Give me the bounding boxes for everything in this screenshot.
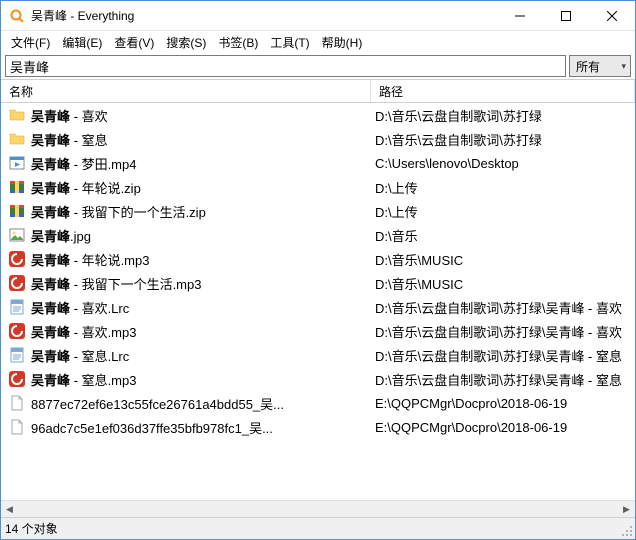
menu-item-1[interactable]: 编辑(E): [56, 32, 108, 53]
table-row[interactable]: 吴青峰.jpg D:\音乐: [1, 223, 635, 247]
scroll-left-icon[interactable]: ◀: [1, 501, 18, 518]
music-icon: [9, 323, 25, 339]
resize-grip[interactable]: [621, 525, 633, 537]
chevron-down-icon: ▾: [621, 61, 626, 72]
folder-icon: [9, 107, 25, 123]
menu-item-0[interactable]: 文件(F): [5, 32, 56, 53]
table-row[interactable]: 吴青峰 - 窒息.Lrc D:\音乐\云盘自制歌词\苏打绿\吴青峰 - 窒息: [1, 343, 635, 367]
table-row[interactable]: 吴青峰 - 我留下一个生活.mp3 D:\音乐\MUSIC: [1, 271, 635, 295]
app-window: 吴青峰 - Everything 文件(F)编辑(E)查看(V)搜索(S)书签(…: [0, 0, 636, 540]
file-icon: [9, 419, 25, 435]
filter-label: 所有: [576, 58, 600, 75]
window-controls: [497, 1, 635, 30]
table-row[interactable]: 吴青峰 - 窒息 D:\音乐\云盘自制歌词\苏打绿: [1, 127, 635, 151]
titlebar: 吴青峰 - Everything: [1, 1, 635, 31]
search-bar: 所有 ▾: [1, 53, 635, 79]
file-path: D:\音乐\MUSIC: [371, 274, 635, 293]
table-row[interactable]: 吴青峰 - 我留下的一个生活.zip D:\上传: [1, 199, 635, 223]
music-icon: [9, 251, 25, 267]
horizontal-scrollbar[interactable]: ◀ ▶: [1, 500, 635, 517]
archive-icon: [9, 203, 25, 219]
file-path: E:\QQPCMgr\Docpro\2018-06-19: [371, 420, 635, 435]
column-header-name[interactable]: 名称: [1, 80, 371, 102]
file-path: D:\上传: [371, 202, 635, 221]
file-name: 吴青峰 - 喜欢.mp3: [31, 322, 136, 341]
file-path: D:\音乐: [371, 226, 635, 245]
results-list[interactable]: 吴青峰 - 喜欢D:\音乐\云盘自制歌词\苏打绿吴青峰 - 窒息D:\音乐\云盘…: [1, 103, 635, 500]
statusbar: 14 个对象: [1, 517, 635, 539]
window-title: 吴青峰 - Everything: [31, 7, 497, 24]
table-row[interactable]: 吴青峰 - 梦田.mp4 C:\Users\lenovo\Desktop: [1, 151, 635, 175]
scroll-track[interactable]: [18, 501, 618, 517]
file-icon: [9, 395, 25, 411]
column-headers: 名称 路径: [1, 79, 635, 103]
file-path: D:\上传: [371, 178, 635, 197]
lrc-icon: [9, 347, 25, 363]
file-name: 吴青峰 - 喜欢: [31, 106, 108, 125]
scroll-right-icon[interactable]: ▶: [618, 501, 635, 518]
file-path: E:\QQPCMgr\Docpro\2018-06-19: [371, 396, 635, 411]
table-row[interactable]: 吴青峰 - 年轮说.mp3 D:\音乐\MUSIC: [1, 247, 635, 271]
table-row[interactable]: 吴青峰 - 喜欢.Lrc D:\音乐\云盘自制歌词\苏打绿\吴青峰 - 喜欢: [1, 295, 635, 319]
file-path: D:\音乐\云盘自制歌词\苏打绿: [371, 130, 635, 149]
file-name: 吴青峰 - 年轮说.zip: [31, 178, 141, 197]
file-name: 吴青峰 - 我留下的一个生活.zip: [31, 202, 206, 221]
file-name: 96adc7c5e1ef036d37ffe35bfb978fc1_吴...: [31, 418, 273, 437]
search-input[interactable]: [5, 55, 566, 77]
archive-icon: [9, 179, 25, 195]
table-row[interactable]: 96adc7c5e1ef036d37ffe35bfb978fc1_吴... E:\…: [1, 415, 635, 439]
file-name: 吴青峰.jpg: [31, 226, 91, 245]
table-row[interactable]: 吴青峰 - 喜欢 D:\音乐\云盘自制歌词\苏打绿: [1, 103, 635, 127]
file-path: D:\音乐\MUSIC: [371, 250, 635, 269]
close-button[interactable]: [589, 1, 635, 30]
menubar: 文件(F)编辑(E)查看(V)搜索(S)书签(B)工具(T)帮助(H): [1, 31, 635, 53]
status-text: 14 个对象: [5, 520, 58, 537]
table-row[interactable]: 吴青峰 - 喜欢.mp3 D:\音乐\云盘自制歌词\苏打绿\吴青峰 - 喜欢: [1, 319, 635, 343]
maximize-button[interactable]: [543, 1, 589, 30]
filter-dropdown[interactable]: 所有 ▾: [569, 55, 631, 77]
file-name: 8877ec72ef6e13c55fce26761a4bdd55_吴...: [31, 394, 284, 413]
menu-item-2[interactable]: 查看(V): [108, 32, 160, 53]
file-path: D:\音乐\云盘自制歌词\苏打绿\吴青峰 - 喜欢: [371, 322, 635, 341]
file-name: 吴青峰 - 窒息.mp3: [31, 370, 136, 389]
file-name: 吴青峰 - 窒息.Lrc: [31, 346, 129, 365]
file-name: 吴青峰 - 喜欢.Lrc: [31, 298, 129, 317]
file-name: 吴青峰 - 我留下一个生活.mp3: [31, 274, 201, 293]
menu-item-5[interactable]: 工具(T): [264, 32, 315, 53]
music-icon: [9, 371, 25, 387]
column-header-path[interactable]: 路径: [371, 80, 635, 102]
table-row[interactable]: 吴青峰 - 窒息.mp3 D:\音乐\云盘自制歌词\苏打绿\吴青峰 - 窒息: [1, 367, 635, 391]
menu-item-6[interactable]: 帮助(H): [316, 32, 369, 53]
video-icon: [9, 155, 25, 171]
table-row[interactable]: 8877ec72ef6e13c55fce26761a4bdd55_吴... E:\…: [1, 391, 635, 415]
music-icon: [9, 275, 25, 291]
file-path: D:\音乐\云盘自制歌词\苏打绿\吴青峰 - 喜欢: [371, 298, 635, 317]
app-icon: [9, 8, 25, 24]
image-icon: [9, 227, 25, 243]
file-path: D:\音乐\云盘自制歌词\苏打绿: [371, 106, 635, 125]
folder-icon: [9, 131, 25, 147]
file-path: D:\音乐\云盘自制歌词\苏打绿\吴青峰 - 窒息: [371, 370, 635, 389]
file-path: D:\音乐\云盘自制歌词\苏打绿\吴青峰 - 窒息: [371, 346, 635, 365]
menu-item-3[interactable]: 搜索(S): [160, 32, 212, 53]
lrc-icon: [9, 299, 25, 315]
minimize-button[interactable]: [497, 1, 543, 30]
menu-item-4[interactable]: 书签(B): [212, 32, 264, 53]
file-name: 吴青峰 - 梦田.mp4: [31, 154, 136, 173]
file-path: C:\Users\lenovo\Desktop: [371, 156, 635, 171]
file-name: 吴青峰 - 窒息: [31, 130, 108, 149]
file-name: 吴青峰 - 年轮说.mp3: [31, 250, 149, 269]
table-row[interactable]: 吴青峰 - 年轮说.zip D:\上传: [1, 175, 635, 199]
